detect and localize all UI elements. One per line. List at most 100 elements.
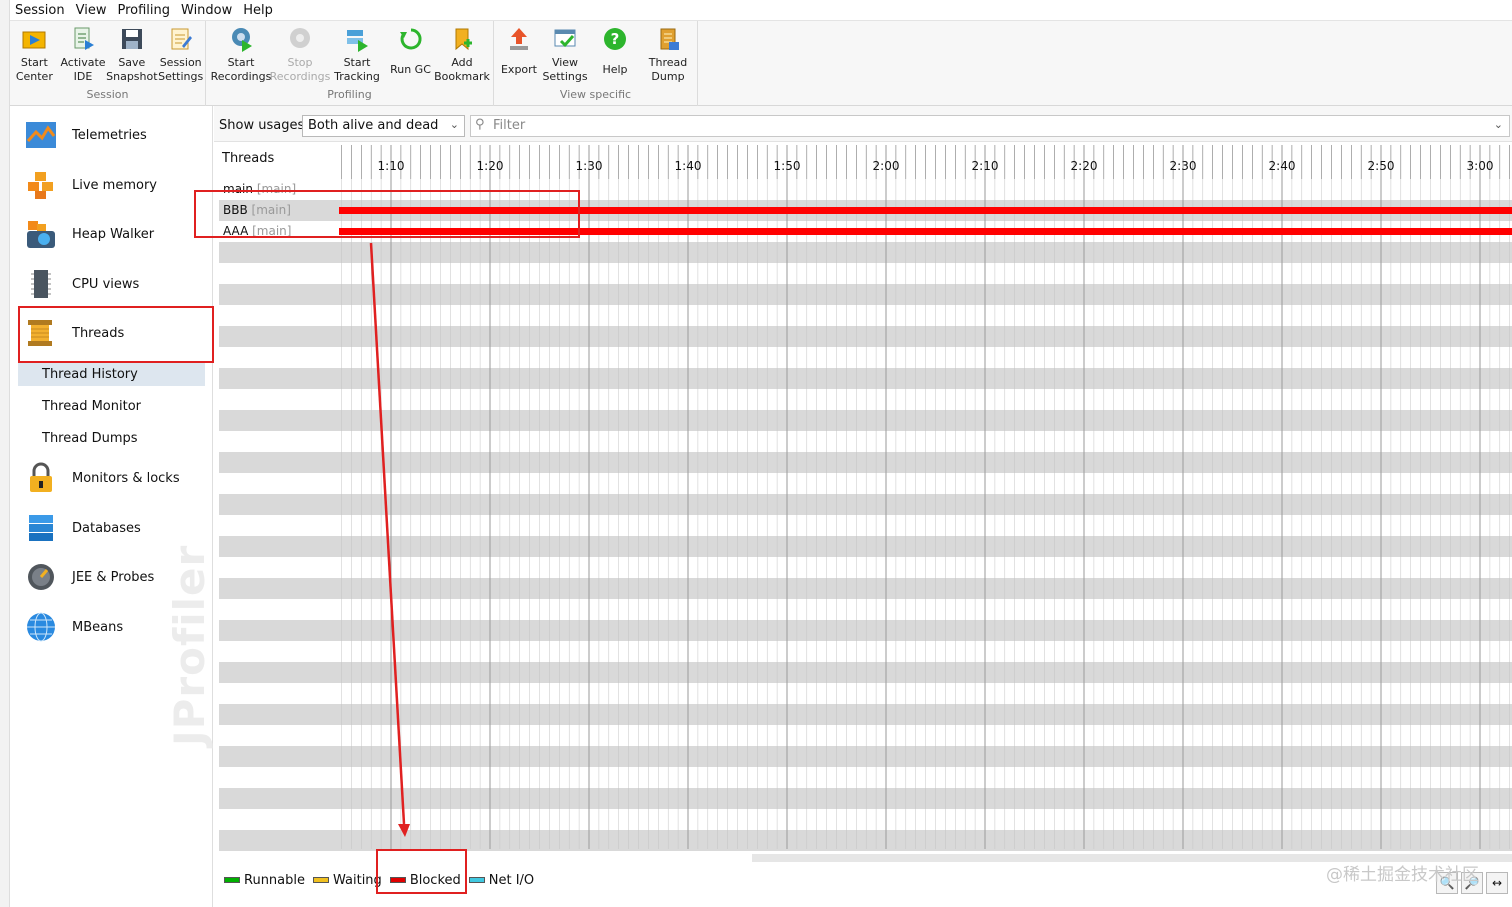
legend-swatch [468, 877, 485, 883]
sidebar-subitem-label: Thread Dumps [42, 430, 138, 446]
add-bookmark-icon [449, 26, 475, 52]
usage-select[interactable]: Both alive and dead ⌄ [302, 115, 465, 137]
session-settings-icon [168, 26, 194, 52]
fit-width-button[interactable]: ↔ [1486, 872, 1508, 894]
legend-label: Net I/O [488, 872, 535, 888]
sidebar-item-heap-walker[interactable]: Heap Walker [18, 212, 213, 256]
thread-dump-button[interactable]: Thread Dump [642, 24, 694, 88]
menu-profiling[interactable]: Profiling [112, 3, 176, 18]
sidebar-subitem-thread-dumps[interactable]: Thread Dumps [18, 426, 205, 450]
menu-view[interactable]: View [71, 3, 113, 18]
legend-item: Runnable [224, 873, 305, 888]
legend-label: Waiting [333, 872, 382, 888]
start-center-button[interactable]: Start Center [10, 24, 59, 88]
view-settings-button[interactable]: View Settings [542, 24, 588, 88]
view-settings-label-2: Settings [542, 70, 588, 83]
add-bookmark-label-1: Add [451, 56, 473, 69]
view-settings-label-1: View [551, 56, 579, 69]
start-recordings-label-1: Start [227, 56, 255, 69]
sidebar-item-databases[interactable]: Databases [18, 506, 213, 550]
sidebar-item-jee-probes[interactable]: JEE & Probes [18, 555, 213, 599]
legend-item: Waiting [313, 873, 382, 888]
start-recordings-label-2: Recordings [210, 70, 272, 83]
menu-bar: Session View Profiling Window Help [10, 0, 1512, 21]
view-settings-icon [552, 26, 578, 52]
timeline-tick-label: 1:30 [576, 159, 603, 173]
timeline-stripe-row [219, 326, 1512, 347]
sidebar-subitem-thread-monitor[interactable]: Thread Monitor [18, 394, 205, 418]
timeline-stripe-row [219, 788, 1512, 809]
run-gc-icon [398, 26, 424, 52]
start-center-label-1: Start [20, 56, 48, 69]
sidebar-item-telemetries[interactable]: Telemetries [18, 113, 213, 157]
sidebar-subitem-thread-history[interactable]: Thread History [18, 362, 205, 386]
timeline-tick-label: 1:10 [378, 159, 405, 173]
thread-timeline[interactable]: 1:10 1:20 1:30 1:40 1:50 2:00 2:10 2:20 2:30 2:40… [219, 143, 1512, 863]
legend-swatch [313, 877, 329, 883]
timeline-stripe-row [219, 830, 1512, 851]
sidebar-subitem-label: Thread History [42, 366, 138, 382]
toolbar-ribbon: Start Center Activate IDE Save Snapshot … [10, 21, 1512, 106]
annotation-box-blocked-legend [376, 849, 467, 894]
session-settings-button[interactable]: Session Settings [156, 24, 205, 88]
help-button[interactable]: ? Help [588, 24, 642, 88]
stop-recordings-button[interactable]: Stop Recordings [269, 24, 331, 88]
sidebar-item-label: Telemetries [72, 127, 147, 143]
stop-recordings-label-2: Recordings [269, 70, 331, 83]
sidebar-item-live-memory[interactable]: Live memory [18, 163, 213, 207]
start-tracking-icon [344, 26, 370, 52]
annotation-box-threads [18, 306, 214, 363]
export-button[interactable]: Export [496, 24, 542, 88]
sidebar-item-cpu-views[interactable]: CPU views [18, 262, 213, 306]
threads-column-header: Threads [222, 151, 275, 166]
timeline-stripe-row [219, 620, 1512, 641]
thread-dump-label-1: Thread [648, 56, 688, 69]
timeline-stripe-row [219, 242, 1512, 263]
sidebar-item-label: JEE & Probes [72, 569, 155, 585]
sidebar-item-mbeans[interactable]: MBeans [18, 605, 213, 649]
timeline-tick-label: 3:00 [1467, 159, 1494, 173]
annotation-box-blocked-threads [194, 190, 580, 238]
timeline-stripe-row [219, 410, 1512, 431]
export-icon [506, 26, 532, 52]
filter-bar: Show usages: Both alive and dead ⌄ ⚲ Fil… [214, 106, 1512, 142]
add-bookmark-label-2: Bookmark [434, 70, 490, 83]
timeline-stripe-row [219, 662, 1512, 683]
sidebar-item-label: MBeans [72, 619, 124, 635]
activate-ide-button[interactable]: Activate IDE [59, 24, 108, 88]
probe-gauge-icon [24, 560, 58, 594]
svg-text:?: ? [611, 30, 620, 48]
toolbar-group-session: Start Center Activate IDE Save Snapshot … [10, 21, 206, 106]
start-tracking-button[interactable]: Start Tracking [331, 24, 383, 88]
timeline-tick-label: 2:20 [1071, 159, 1098, 173]
activate-ide-icon [70, 26, 96, 52]
run-gc-button[interactable]: Run GC [383, 24, 438, 88]
timeline-stripe-row [219, 494, 1512, 515]
show-usages-label: Show usages: [219, 118, 309, 133]
sidebar-item-monitors-locks[interactable]: Monitors & locks [18, 456, 213, 500]
menu-help[interactable]: Help [238, 3, 279, 18]
sidebar-item-label: Databases [72, 520, 141, 536]
legend-swatch [224, 877, 240, 883]
menu-window[interactable]: Window [176, 3, 238, 18]
timeline-stripe-row [219, 536, 1512, 557]
start-center-label-2: Center [15, 70, 53, 83]
filter-input[interactable]: ⚲ Filter ⌄ [470, 115, 1510, 137]
toolbar-group-view-specific: Export View Settings ? Help Thread Dump … [494, 21, 698, 106]
start-recordings-icon [228, 26, 254, 52]
thread-history-panel: Show usages: Both alive and dead ⌄ ⚲ Fil… [194, 106, 1512, 907]
timeline-tick-label: 2:10 [972, 159, 999, 173]
menu-session[interactable]: Session [10, 3, 71, 18]
databases-icon [24, 511, 58, 545]
start-center-icon [21, 26, 47, 52]
activate-ide-label-2: IDE [73, 70, 93, 83]
timeline-stripe-row [219, 578, 1512, 599]
timeline-tick-label: 1:40 [675, 159, 702, 173]
sidebar-subitem-label: Thread Monitor [42, 398, 142, 414]
start-recordings-button[interactable]: Start Recordings [210, 24, 272, 88]
fit-width-icon: ↔ [1491, 876, 1503, 890]
add-bookmark-button[interactable]: Add Bookmark [434, 24, 490, 88]
legend-item: Net I/O [468, 872, 535, 888]
save-snapshot-button[interactable]: Save Snapshot [106, 24, 158, 88]
filter-placeholder: Filter [493, 118, 526, 133]
